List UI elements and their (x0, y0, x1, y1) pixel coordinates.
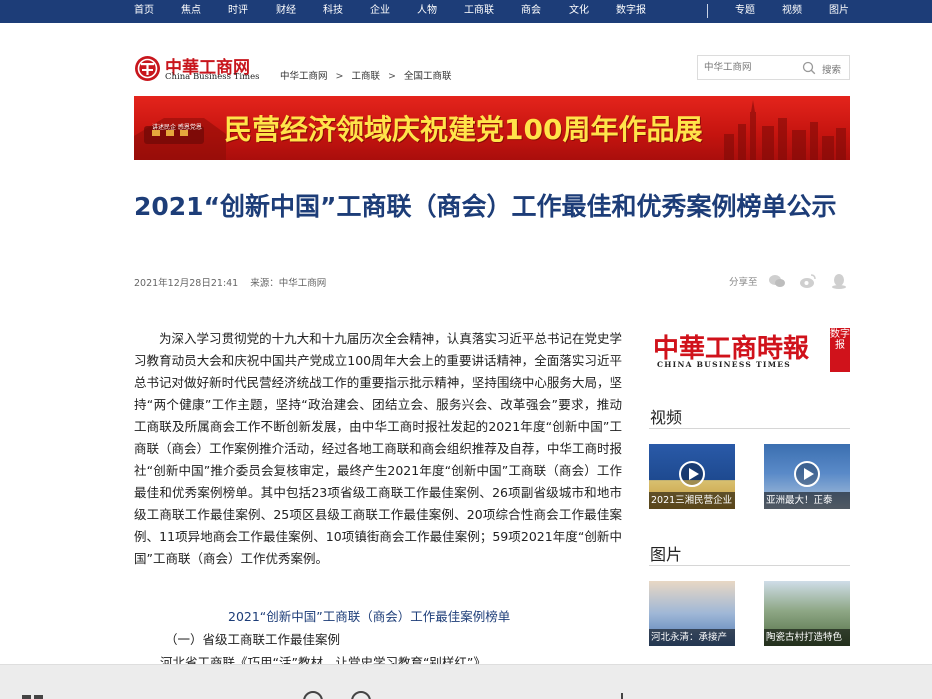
banner-small-text: 讲述民企 感恩党恩 (152, 124, 202, 131)
section-divider (649, 428, 850, 429)
nav-item-commentary[interactable]: 时评 (228, 0, 248, 23)
nav-item-enterprise[interactable]: 企业 (370, 0, 390, 23)
nav-item-people[interactable]: 人物 (417, 0, 437, 23)
breadcrumb-item[interactable]: 全国工商联 (404, 68, 452, 82)
promo-banner[interactable]: 讲述民企 感恩党恩 民营经济领域庆祝建党100周年作品展 (134, 96, 850, 160)
video-thumb[interactable]: 亚洲最大！正泰 (764, 444, 850, 509)
qq-icon[interactable] (830, 273, 848, 289)
search-box: 搜索 (697, 55, 850, 80)
paper-tag: 数字报 (830, 328, 850, 372)
article-paragraph: 为深入学习贯彻党的十九大和十九届历次全会精神，认真落实习近平总书记在党史学习教育… (134, 331, 622, 566)
video-section-title[interactable]: 视频 (650, 404, 682, 428)
nav-item-video[interactable]: 视频 (782, 0, 802, 23)
nav-item-culture[interactable]: 文化 (569, 0, 589, 23)
search-button[interactable]: 搜索 (822, 62, 841, 76)
article-title: 2021“创新中国”工商联（商会）工作最佳和优秀案例榜单公示 (134, 192, 837, 221)
plus-icon[interactable] (616, 691, 628, 699)
photo-section-title[interactable]: 图片 (650, 541, 682, 565)
section-divider (649, 565, 850, 566)
article-source: 来源：中华工商网 (250, 278, 327, 289)
breadcrumb-separator: > (388, 71, 396, 82)
logo-text-en: China Business Times (165, 72, 260, 82)
nav-item-focus[interactable]: 焦点 (181, 0, 201, 23)
paper-logo-en: CHINA BUSINESS TIMES (657, 360, 792, 369)
breadcrumb: 中华工商网 > 工商联 > 全国工商联 (280, 68, 451, 82)
nav-item-topics[interactable]: 专题 (735, 0, 755, 23)
circle-icon[interactable] (350, 691, 372, 699)
site-logo[interactable]: 中華工商网 China Business Times (134, 54, 264, 84)
digital-paper-logo[interactable]: 中華工商時報 CHINA BUSINESS TIMES 数字报 (649, 328, 850, 372)
play-icon (794, 461, 820, 487)
weibo-icon[interactable] (799, 273, 817, 289)
nav-item-finance[interactable]: 财经 (276, 0, 296, 23)
search-input[interactable] (704, 60, 794, 75)
article-section-heading: （一）省级工商联工作最佳案例 (165, 632, 341, 647)
bottom-toolbar (0, 664, 932, 699)
play-icon (679, 461, 705, 487)
video-thumb[interactable]: 2021三湘民营企业 (649, 444, 735, 509)
grid-icon[interactable] (22, 691, 46, 699)
nav-item-chamber[interactable]: 商会 (521, 0, 541, 23)
nav-separator (707, 4, 708, 18)
top-nav: 首页 焦点 时评 财经 科技 企业 人物 工商联 商会 文化 数字报 专题 视频… (0, 0, 932, 23)
city-skyline-icon (724, 100, 846, 160)
search-icon[interactable] (802, 61, 816, 75)
wechat-icon[interactable] (768, 273, 786, 289)
photo-thumb[interactable]: 陶瓷古村打造特色 (764, 581, 850, 646)
nav-item-digital-paper[interactable]: 数字报 (616, 0, 646, 23)
breadcrumb-item[interactable]: 工商联 (351, 68, 380, 82)
nav-item-federation[interactable]: 工商联 (464, 0, 494, 23)
banner-headline: 民营经济领域庆祝建党100周年作品展 (224, 113, 703, 146)
photo-caption: 陶瓷古村打造特色 (764, 629, 850, 646)
article-subheading: 2021“创新中国”工商联（商会）工作最佳案例榜单 (228, 609, 511, 624)
article-date: 2021年12月28日21:41 (134, 278, 239, 289)
video-caption: 亚洲最大！正泰 (764, 492, 850, 509)
nav-item-home[interactable]: 首页 (134, 0, 154, 23)
photo-caption: 河北永清：承接产 (649, 629, 735, 646)
breadcrumb-separator: > (335, 71, 344, 82)
article-meta: 2021年12月28日21:41 来源：中华工商网 (134, 275, 326, 289)
logo-emblem-icon (135, 56, 160, 81)
circle-icon[interactable] (302, 691, 324, 699)
video-caption: 2021三湘民营企业 (649, 492, 735, 509)
nav-item-photos[interactable]: 图片 (829, 0, 849, 23)
article-body: 为深入学习贯彻党的十九大和十九届历次全会精神，认真落实习近平总书记在党史学习教育… (134, 328, 622, 570)
nav-item-tech[interactable]: 科技 (323, 0, 343, 23)
breadcrumb-item[interactable]: 中华工商网 (280, 68, 328, 82)
share-label: 分享至 (729, 277, 758, 288)
photo-thumb[interactable]: 河北永清：承接产 (649, 581, 735, 646)
